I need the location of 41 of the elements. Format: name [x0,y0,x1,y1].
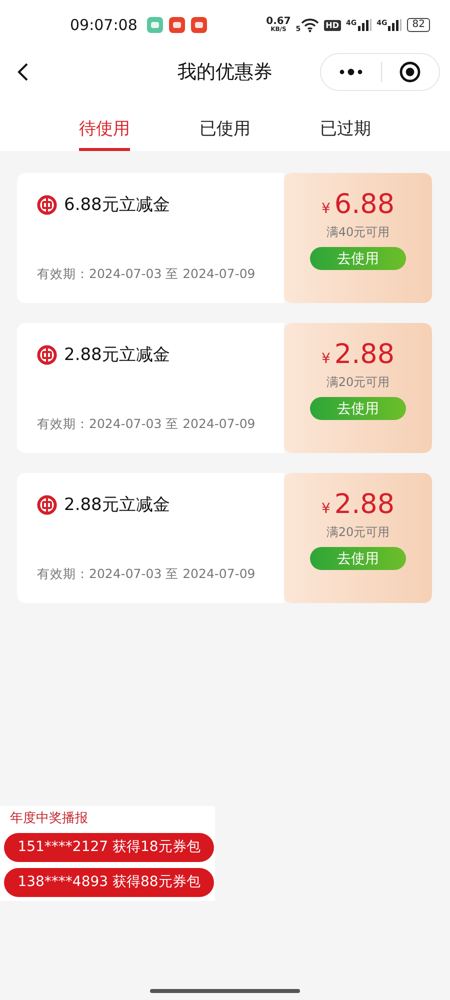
network-speed: 0.67 [266,17,291,27]
validity-period: 有效期：2024-07-03 至 2024-07-09 [37,266,256,283]
coupon-amount: 2.88 [334,489,395,520]
app-icon [147,17,164,33]
winner-notice: 151****2127 获得18元券包 [4,833,214,862]
ticker-title: 年度中奖播报 [9,810,89,827]
close-icon[interactable] [399,61,422,83]
coupon-amount: 2.88 [334,339,395,370]
coupon-title: 6.88元立减金 [64,194,170,216]
usage-condition: 满20元可用 [326,374,390,391]
coupon-amount: 6.88 [334,189,395,220]
winner-notice: 138****4893 获得88元券包 [4,868,214,897]
capsule-menu[interactable] [320,53,440,91]
tab[interactable]: 已使用 [199,96,250,151]
app-icon [191,17,208,33]
signal-icon [358,19,372,31]
usage-condition: 满20元可用 [326,524,390,541]
ring-logo-icon [37,344,57,364]
wifi-icon [300,18,319,32]
coupon-title: 2.88元立减金 [64,494,170,516]
page-title: 我的优惠券 [178,60,272,85]
coupon-title: 2.88元立减金 [64,344,170,366]
hd-badge: HD [324,20,342,30]
tab[interactable]: 待使用 [78,96,130,151]
currency-symbol: ¥ [321,351,330,367]
battery-level: 82 [407,18,430,32]
usage-condition: 满40元可用 [326,224,390,241]
use-button[interactable]: 去使用 [310,247,406,270]
use-button[interactable]: 去使用 [310,397,406,420]
ring-logo-icon [37,494,57,514]
use-button[interactable]: 去使用 [310,547,406,570]
tab[interactable]: 已过期 [320,96,372,151]
currency-symbol: ¥ [321,501,330,517]
ring-logo-icon [37,194,57,214]
validity-period: 有效期：2024-07-03 至 2024-07-09 [37,566,256,583]
signal-icon [388,19,402,31]
validity-period: 有效期：2024-07-03 至 2024-07-09 [37,416,256,433]
currency-symbol: ¥ [321,201,330,217]
clock-time: 09:07:08 [70,16,138,34]
more-icon[interactable] [338,67,363,77]
app-icon [169,17,186,33]
